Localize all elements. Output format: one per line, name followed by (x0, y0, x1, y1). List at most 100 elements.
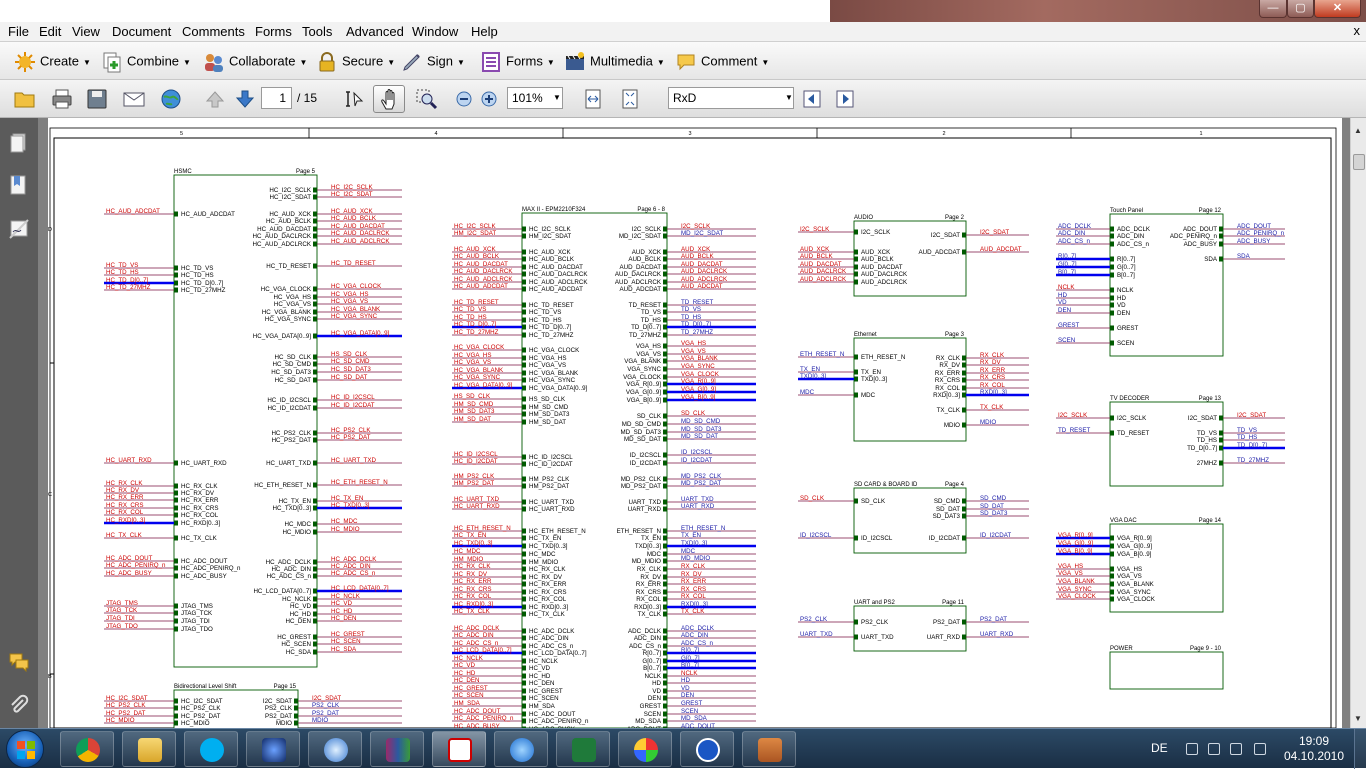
pin-label: HC_RX_COL (529, 596, 567, 603)
multimedia-button[interactable]: Multimedia ▼ (564, 51, 665, 73)
system-clock[interactable]: 19:09 04.10.2010 (1282, 734, 1346, 764)
sign-button[interactable]: Sign ▼ (401, 51, 465, 73)
email-icon[interactable] (122, 88, 146, 110)
net-label: HC_AUD_DACDAT (331, 223, 385, 230)
pin-marker (1110, 566, 1114, 572)
taskbar-acrobat[interactable] (432, 731, 486, 767)
menu-file[interactable]: File (8, 24, 29, 39)
zoom-marquee-icon[interactable] (415, 88, 439, 110)
pin-label: AUD_DACLRCK (615, 271, 662, 278)
taskbar-itunes[interactable] (308, 731, 362, 767)
attachments-panel-icon[interactable] (8, 694, 30, 716)
maximize-button[interactable]: ▢ (1287, 0, 1314, 18)
pin-label: HC_AUD_DACDAT (257, 226, 311, 233)
collaborate-button[interactable]: Collaborate ▼ (203, 51, 307, 73)
tray-power-icon[interactable] (1230, 743, 1242, 755)
pin-marker (522, 324, 526, 330)
forms-button[interactable]: Forms ▼ (480, 51, 555, 73)
find-input[interactable]: RxD (668, 87, 794, 109)
menu-forms[interactable]: Forms (255, 24, 292, 39)
web-globe-icon[interactable] (159, 88, 183, 110)
tray-network-icon[interactable] (1254, 743, 1266, 755)
block-title: AUDIO (854, 215, 873, 221)
hand-tool-button[interactable] (373, 85, 405, 113)
taskbar-skype[interactable] (184, 731, 238, 767)
tray-flag-icon[interactable] (1208, 743, 1220, 755)
pin-label: HC_TD_RESET (529, 302, 574, 309)
tray-expand-icon[interactable] (1186, 743, 1198, 755)
page-number-input[interactable]: 1 (261, 87, 292, 109)
menu-advanced[interactable]: Advanced (346, 24, 404, 39)
zoom-dropdown-icon[interactable]: ▼ (553, 93, 561, 102)
minimize-button[interactable]: — (1259, 0, 1287, 18)
previous-page-icon[interactable] (203, 88, 227, 110)
close-document-icon[interactable]: x (1354, 23, 1361, 38)
open-folder-icon[interactable] (13, 88, 37, 110)
menu-view[interactable]: View (72, 24, 100, 39)
block-vgadac: VGA DAC Page 14VGA_R[0..9]VGA_R[0..9]VGA_… (1056, 518, 1224, 613)
secure-button[interactable]: Secure ▼ (316, 51, 395, 73)
pin-label: ADC_DCLK (1117, 226, 1151, 233)
bookmarks-panel-icon[interactable] (8, 174, 30, 196)
net-label: VGA_R[0..9] (1058, 532, 1093, 539)
find-dropdown-icon[interactable]: ▼ (785, 93, 793, 102)
scroll-thumb[interactable] (1353, 154, 1365, 170)
signatures-panel-icon[interactable] (8, 218, 30, 240)
next-page-icon[interactable] (233, 88, 257, 110)
menu-document[interactable]: Document (112, 24, 171, 39)
taskbar-teamviewer[interactable] (680, 731, 734, 767)
pages-panel-icon[interactable] (8, 132, 30, 154)
close-window-button[interactable]: ✕ (1314, 0, 1361, 18)
scroll-up-icon[interactable]: ▲ (1354, 126, 1362, 135)
pin-marker (522, 665, 526, 671)
menu-edit[interactable]: Edit (39, 24, 61, 39)
taskbar-photo-viewer[interactable] (246, 731, 300, 767)
internet-explorer-icon (510, 738, 534, 762)
taskbar-app[interactable] (742, 731, 796, 767)
taskbar-chrome[interactable] (60, 731, 114, 767)
taskbar-internet-explorer[interactable] (494, 731, 548, 767)
combine-button[interactable]: Combine ▼ (101, 51, 191, 73)
pin-label: HC_AUD_BCLK (266, 218, 312, 225)
taskbar-explorer[interactable] (122, 731, 176, 767)
comment-button[interactable]: Comment ▼ (675, 51, 769, 73)
pin-label: ID_I2CSCL (630, 452, 662, 459)
menu-window[interactable]: Window (412, 24, 458, 39)
fit-width-icon[interactable] (581, 88, 605, 110)
input-language[interactable]: DE (1151, 741, 1168, 755)
pin-marker (663, 332, 667, 338)
net-label: TD_27MHZ (681, 329, 713, 336)
net-label: HC_TD_VS (106, 262, 138, 269)
pin-marker (174, 535, 178, 541)
pin-label: HC_DEN (529, 680, 554, 687)
pin-marker (854, 229, 858, 235)
print-icon[interactable] (50, 88, 74, 110)
taskbar-winrar[interactable] (370, 731, 424, 767)
find-next-icon[interactable] (833, 88, 857, 110)
comments-panel-icon[interactable] (8, 650, 30, 672)
zoom-in-icon[interactable] (477, 88, 501, 110)
pin-label: SD_CLK (861, 498, 886, 505)
menu-help[interactable]: Help (471, 24, 498, 39)
scroll-down-icon[interactable]: ▼ (1354, 714, 1362, 723)
create-button[interactable]: Create ▼ (14, 51, 91, 73)
taskbar-paint[interactable] (618, 731, 672, 767)
document-view[interactable]: 5 4 3 2 1 D C B HSMC Page 5 HC_AUD_ADCDAT HC_AUD_AD… (38, 118, 1350, 728)
net-label: G[0..7] (1058, 261, 1077, 268)
taskbar-excel[interactable] (556, 731, 610, 767)
find-previous-icon[interactable] (800, 88, 824, 110)
net-label: PS2_DAT (980, 616, 1007, 623)
save-icon[interactable] (85, 88, 109, 110)
vertical-scrollbar[interactable]: ▲ ▼ (1350, 118, 1366, 728)
fit-page-icon[interactable] (618, 88, 642, 110)
select-text-icon[interactable] (343, 88, 367, 110)
menu-tools[interactable]: Tools (302, 24, 332, 39)
menu-comments[interactable]: Comments (182, 24, 245, 39)
pin-label: HC_ADC_BUSY (181, 573, 227, 580)
pin-marker (313, 634, 317, 640)
pin-marker (1219, 241, 1223, 247)
start-button[interactable] (6, 730, 44, 768)
zoom-out-icon[interactable] (452, 88, 476, 110)
show-desktop-button[interactable] (1354, 729, 1366, 769)
net-label: HC_MDC (454, 548, 481, 555)
